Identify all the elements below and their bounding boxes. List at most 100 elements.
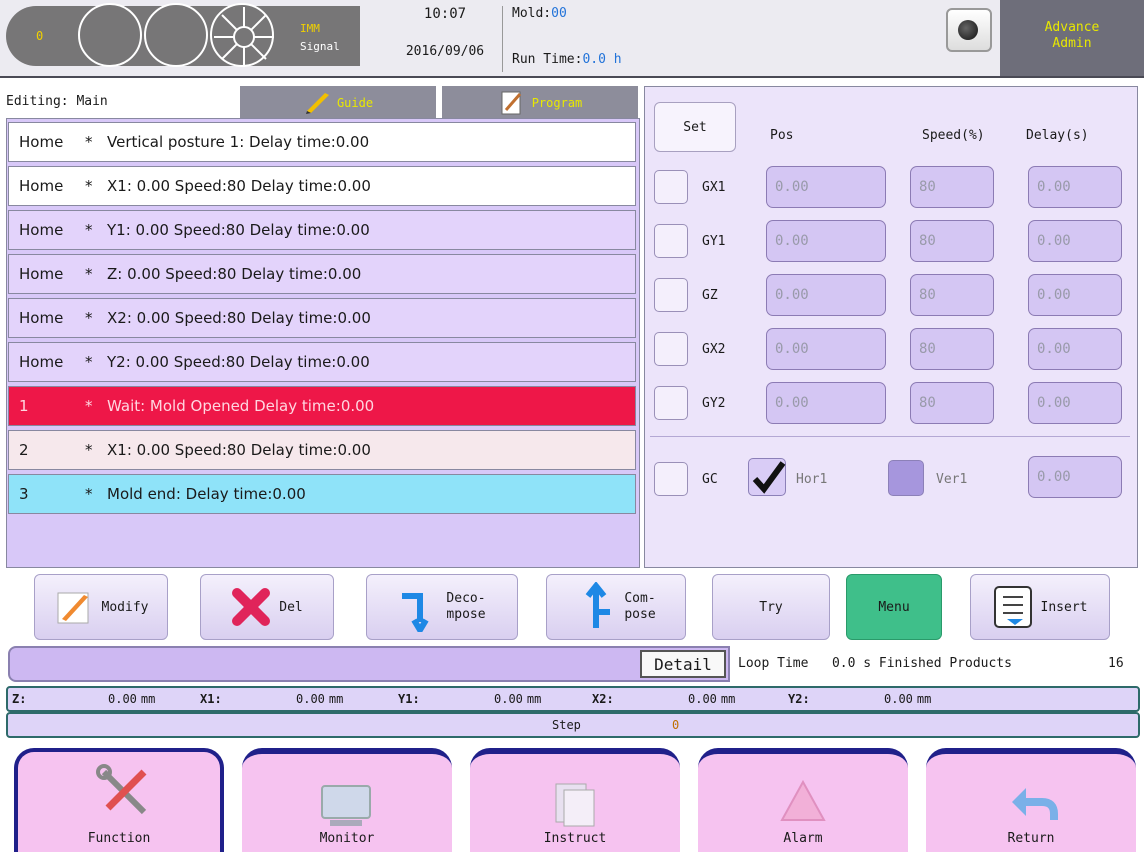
- status-value: 0: [36, 29, 44, 43]
- axis-delay-field[interactable]: 0.00: [1028, 220, 1122, 262]
- tools-icon: [96, 764, 147, 815]
- program-row-marker: *: [85, 177, 93, 195]
- axis-delay-field-value: 0.00: [1037, 341, 1071, 357]
- axis-speed-field[interactable]: 80: [910, 382, 994, 424]
- step-value: 0: [672, 718, 680, 732]
- position-label: X2:: [592, 692, 614, 706]
- imm-label: IMM: [300, 22, 320, 35]
- compose-button[interactable]: Com-pose: [546, 574, 686, 640]
- nav-monitor-label: Monitor: [319, 831, 375, 846]
- indicator-circle-2: [144, 3, 208, 67]
- hor1-checkbox[interactable]: [748, 458, 786, 496]
- program-row[interactable]: Home * X1: 0.00 Speed:80 Delay time:0.00: [8, 166, 636, 206]
- runtime-value: 0.0 h: [582, 52, 622, 67]
- user-login-button[interactable]: Advance Admin: [1000, 0, 1144, 76]
- axis-name: GY1: [702, 234, 725, 249]
- decompose-label-2: mpose: [446, 607, 486, 622]
- axis-pos-field-value: 0.00: [775, 287, 809, 303]
- axis-delay-field[interactable]: 0.00: [1028, 166, 1122, 208]
- pencil-icon: [57, 592, 89, 624]
- axis-name-value: GY2: [702, 396, 726, 411]
- modify-button[interactable]: Modify: [34, 574, 168, 640]
- menu-button[interactable]: Menu: [846, 574, 942, 640]
- gc-label: GC: [702, 472, 718, 487]
- program-row[interactable]: Home * Y1: 0.00 Speed:80 Delay time:0.00: [8, 210, 636, 250]
- axis-pos-field[interactable]: 0.00: [766, 220, 886, 262]
- detail-button[interactable]: Detail: [640, 650, 726, 678]
- try-label: Try: [759, 599, 783, 615]
- notepad-icon: [501, 91, 521, 115]
- compose-label-2: pose: [624, 607, 656, 622]
- program-row[interactable]: 3 * Mold end: Delay time:0.00: [8, 474, 636, 514]
- axis-speed-field[interactable]: 80: [910, 328, 994, 370]
- position-number: 0.00: [108, 692, 137, 706]
- status-indicator: 0: [6, 6, 78, 66]
- ver1-checkbox[interactable]: [888, 460, 924, 496]
- set-button[interactable]: Set: [654, 102, 736, 152]
- program-row[interactable]: 1 * Wait: Mold Opened Delay time:0.00: [8, 386, 636, 426]
- program-row-step: Home: [19, 133, 64, 151]
- program-row[interactable]: Home * X2: 0.00 Speed:80 Delay time:0.00: [8, 298, 636, 338]
- nav-function[interactable]: Function: [14, 748, 224, 852]
- program-row-marker: *: [85, 309, 93, 327]
- position-number: 0.00: [494, 692, 523, 706]
- axis-delay-field[interactable]: 0.00: [1028, 328, 1122, 370]
- axis-delay-field-value: 0.00: [1037, 233, 1071, 249]
- nav-instruct[interactable]: Instruct: [470, 748, 680, 852]
- position-label: Y1:: [398, 692, 420, 706]
- nav-return-label: Return: [1007, 831, 1055, 846]
- nav-function-label: Function: [87, 831, 151, 846]
- program-row-step: Home: [19, 265, 64, 283]
- position-unit: mm: [916, 692, 932, 706]
- nav-monitor[interactable]: Monitor: [242, 748, 452, 852]
- program-row[interactable]: Home * Y2: 0.00 Speed:80 Delay time:0.00: [8, 342, 636, 382]
- decompose-button[interactable]: Deco-mpose: [366, 574, 518, 640]
- axis-set-checkbox[interactable]: [654, 278, 688, 312]
- axis-name-value: GZ: [702, 288, 718, 303]
- axis-name: GY2: [702, 396, 725, 411]
- program-row-text: Y2: 0.00 Speed:80 Delay time:0.00: [107, 353, 370, 371]
- axis-set-checkbox[interactable]: [654, 386, 688, 420]
- gc-set-checkbox[interactable]: [654, 462, 688, 496]
- axis-pos-field[interactable]: 0.00: [766, 328, 886, 370]
- runtime-label: Run Time:: [512, 52, 583, 67]
- axis-set-checkbox[interactable]: [654, 224, 688, 258]
- axis-speed-field-value: 80: [919, 341, 936, 357]
- axis-delay-field[interactable]: 0.00: [1028, 274, 1122, 316]
- axis-pos-field[interactable]: 0.00: [766, 166, 886, 208]
- program-row[interactable]: Home * Z: 0.00 Speed:80 Delay time:0.00: [8, 254, 636, 294]
- axis-speed-field[interactable]: 80: [910, 274, 994, 316]
- nav-return[interactable]: Return: [926, 748, 1136, 852]
- tab-program[interactable]: Program: [442, 86, 638, 120]
- program-row-step: Home: [19, 309, 64, 327]
- axis-speed-field[interactable]: 80: [910, 220, 994, 262]
- insert-icon: [993, 586, 1032, 628]
- finished-products-label: Finished Products: [878, 656, 1012, 671]
- insert-label: Insert: [1040, 599, 1088, 615]
- gc-delay-field[interactable]: 0.00: [1028, 456, 1122, 498]
- delete-button[interactable]: Del: [200, 574, 334, 640]
- panel-divider: [650, 436, 1130, 437]
- indicator-circle-1: [78, 3, 142, 67]
- nav-alarm[interactable]: Alarm: [698, 748, 908, 852]
- axis-set-checkbox[interactable]: [654, 170, 688, 204]
- axis-speed-field-value: 80: [919, 395, 936, 411]
- position-number: 0.00: [296, 692, 325, 706]
- position-number: 0.00: [688, 692, 717, 706]
- mold-value: 00: [551, 6, 567, 21]
- axis-pos-field[interactable]: 0.00: [766, 382, 886, 424]
- position-unit: mm: [720, 692, 736, 706]
- position-label: Y2:: [788, 692, 810, 706]
- axis-speed-field[interactable]: 80: [910, 166, 994, 208]
- program-row[interactable]: Home * Vertical posture 1: Delay time:0.00: [8, 122, 636, 162]
- program-row-marker: *: [85, 133, 93, 151]
- camera-icon: [958, 20, 978, 40]
- tab-guide[interactable]: Guide: [240, 86, 436, 120]
- axis-pos-field[interactable]: 0.00: [766, 274, 886, 316]
- try-button[interactable]: Try: [712, 574, 830, 640]
- axis-set-checkbox[interactable]: [654, 332, 688, 366]
- position-value: 0.00 mm: [296, 692, 343, 706]
- program-row[interactable]: 2 * X1: 0.00 Speed:80 Delay time:0.00: [8, 430, 636, 470]
- insert-button[interactable]: Insert: [970, 574, 1110, 640]
- axis-delay-field[interactable]: 0.00: [1028, 382, 1122, 424]
